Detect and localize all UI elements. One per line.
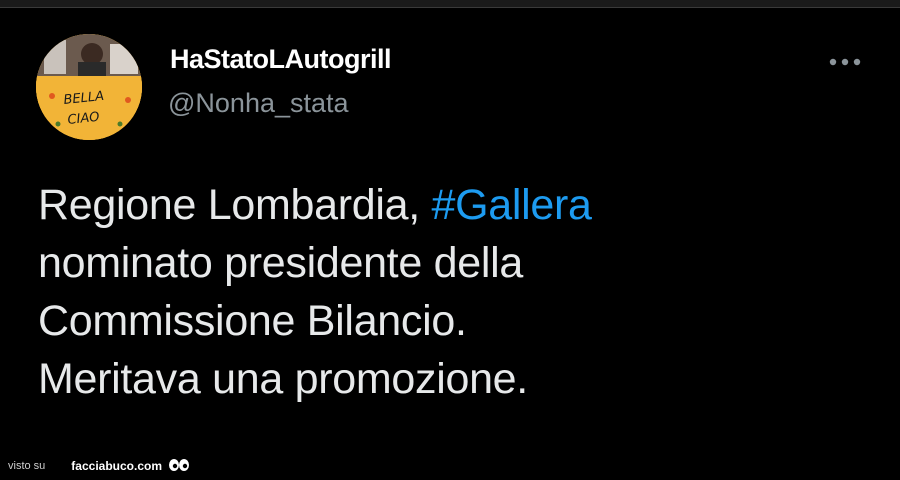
tweet-line-4: Meritava una promozione. [38, 355, 528, 403]
watermark-site: facciabuco.com [71, 459, 162, 473]
tweet-line-2: nominato presidente della [38, 239, 523, 287]
user-handle[interactable]: @Nonha_stata [168, 88, 349, 119]
watermark: visto su facciabuco.com [8, 456, 190, 476]
avatar[interactable]: BELLA CIAO [36, 34, 142, 140]
tweet-line-3: Commissione Bilancio. [38, 297, 467, 345]
tweet-line-1: Regione Lombardia, #Gallera [38, 176, 858, 234]
hashtag-link[interactable]: #Gallera [432, 181, 592, 229]
watermark-prefix: visto su [8, 460, 46, 472]
more-options-button[interactable] [822, 50, 868, 74]
tweet-text: Regione Lombardia, #Gallera nominato pre… [38, 176, 858, 408]
tweet-line-1-text: Regione Lombardia, [38, 181, 432, 229]
eyes-icon [168, 458, 190, 474]
top-border [0, 0, 900, 8]
avatar-image: BELLA CIAO [36, 34, 142, 140]
display-name[interactable]: HaStatoLAutogrill [170, 44, 392, 75]
more-horizontal-icon [829, 58, 861, 66]
